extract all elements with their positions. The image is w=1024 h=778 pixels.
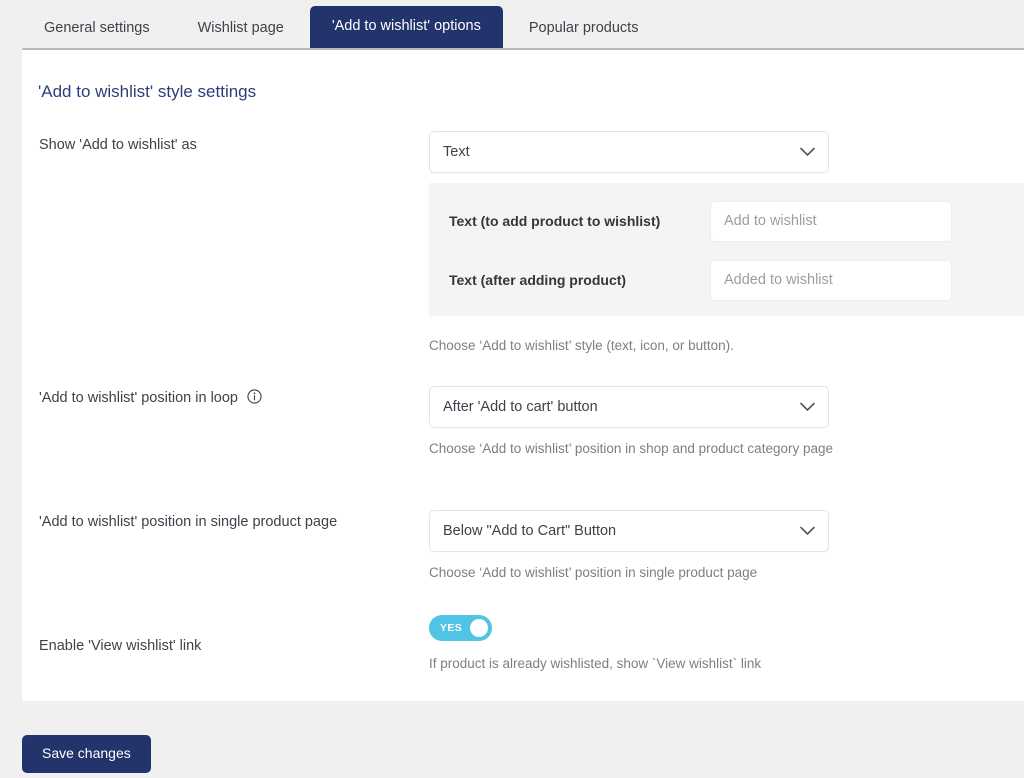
chevron-down-icon	[800, 402, 815, 412]
added-text-input[interactable]: Added to wishlist	[710, 259, 952, 301]
loop-position-select-value: After 'Add to cart' button	[443, 399, 598, 415]
setting-label-single-position: 'Add to wishlist' position in single pro…	[39, 514, 338, 530]
loop-position-helper-text: Choose ‘Add to wishlist’ position in sho…	[429, 441, 833, 456]
setting-field-style: Text	[429, 131, 829, 173]
settings-page: General settings Wishlist page 'Add to w…	[0, 0, 1024, 778]
setting-label-view-wishlist-link: Enable 'View wishlist' link	[39, 638, 202, 654]
chevron-down-icon	[800, 147, 815, 157]
view-wishlist-helper-text: If product is already wishlisted, show `…	[429, 656, 762, 671]
page-title: 'Add to wishlist' style settings	[38, 82, 257, 101]
setting-field-loop-position: After 'Add to cart' button Choose ‘Add t…	[429, 386, 833, 459]
single-position-select-value: Below "Add to Cart" Button	[443, 523, 617, 539]
style-select-value: Text	[443, 144, 470, 160]
info-icon[interactable]	[247, 389, 262, 404]
subpanel-row-added-text: Text (after adding product) Added to wis…	[429, 251, 1024, 309]
tab-wishlist-page[interactable]: Wishlist page	[176, 10, 306, 48]
footer-bar: Save changes	[0, 701, 1024, 778]
subpanel-label-add-text: Text (to add product to wishlist)	[449, 213, 661, 229]
save-changes-button[interactable]: Save changes	[22, 735, 151, 773]
subpanel-row-add-text: Text (to add product to wishlist) Add to…	[429, 192, 1024, 250]
tab-popular-products[interactable]: Popular products	[507, 10, 661, 48]
setting-field-single-position: Below "Add to Cart" Button Choose ‘Add t…	[429, 510, 829, 583]
loop-position-label-text: 'Add to wishlist' position in loop	[39, 390, 238, 406]
style-helper-text: Choose ‘Add to wishlist’ style (text, ic…	[429, 338, 734, 353]
setting-field-view-wishlist-link: YES If product is already wishlisted, sh…	[429, 615, 761, 674]
chevron-down-icon	[800, 526, 815, 536]
setting-label-style: Show 'Add to wishlist' as	[39, 137, 197, 153]
single-position-select[interactable]: Below "Add to Cart" Button	[429, 510, 829, 552]
toggle-state-label: YES	[440, 622, 463, 634]
tab-general-settings[interactable]: General settings	[22, 10, 172, 48]
style-select[interactable]: Text	[429, 131, 829, 173]
tab-bar: General settings Wishlist page 'Add to w…	[0, 0, 1024, 48]
toggle-knob	[470, 619, 488, 637]
style-text-subpanel: Text (to add product to wishlist) Add to…	[429, 183, 1024, 316]
single-position-helper-text: Choose ‘Add to wishlist’ position in sin…	[429, 565, 758, 580]
subpanel-label-added-text: Text (after adding product)	[449, 272, 627, 288]
setting-label-loop-position: 'Add to wishlist' position in loop	[39, 388, 262, 408]
settings-card: 'Add to wishlist' style settings Show 'A…	[22, 48, 1024, 701]
add-text-input[interactable]: Add to wishlist	[710, 200, 952, 242]
tab-add-to-wishlist-options[interactable]: 'Add to wishlist' options	[309, 6, 503, 48]
loop-position-select[interactable]: After 'Add to cart' button	[429, 386, 829, 428]
view-wishlist-toggle[interactable]: YES	[429, 615, 492, 641]
